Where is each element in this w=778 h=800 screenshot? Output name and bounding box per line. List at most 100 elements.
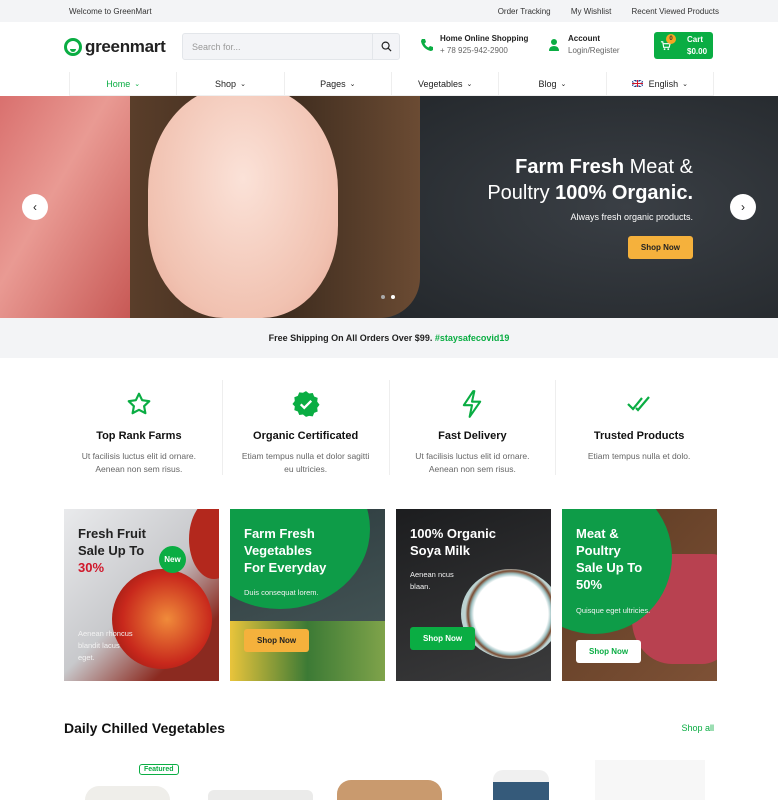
chevron-down-icon: ⌄ [560,80,567,88]
promo-desc-line: Aenean ncus [410,570,454,579]
verified-badge-icon [292,391,320,417]
hero-slider: Farm Fresh Meat & Poultry 100% Organic. … [0,96,778,318]
hero-image-poultry [148,96,338,318]
order-tracking-link[interactable]: Order Tracking [498,7,551,16]
account[interactable]: Account Login/Register [548,34,620,55]
promo-title-line: Vegetables [244,543,312,558]
chevron-down-icon: ⌄ [349,80,356,88]
logo-text: greenmart [85,37,166,56]
nav-language[interactable]: English ⌄ [605,72,714,95]
promo-image [189,509,219,579]
shop-all-link[interactable]: Shop all [681,723,714,733]
cart-count-badge: 0 [666,34,676,44]
promo-title: Fresh Fruit Sale Up To 30% [78,525,146,576]
nav-shop[interactable]: Shop ⌄ [176,72,283,95]
slider-dots [381,295,401,299]
promo-shop-now-button[interactable]: Shop Now [244,629,310,652]
promo-title-line: Farm Fresh [244,526,315,541]
hero-subtitle: Always fresh organic products. [570,212,693,222]
phone-icon [421,38,433,51]
promo-title-line: Poultry [576,543,621,558]
promo-title-line: Sale Up To [78,543,145,558]
promo-card-fruit[interactable]: Fresh Fruit Sale Up To 30% New Aenean rhon… [64,509,219,681]
contact-phone[interactable]: + 78 925-942-2900 [440,46,528,55]
promo-card-vegetables[interactable]: Farm Fresh Vegetables For Everyday Duis co… [230,509,385,681]
account-title: Account [568,34,600,43]
promo-desc: Aenean ncus blaan. [410,569,454,593]
promo-card-soya-milk[interactable]: 100% Organic Soya Milk Aenean ncus blaan. … [396,509,551,681]
nav-label: Shop [215,78,237,89]
double-check-icon [627,396,650,412]
feature-desc: Aenean non sem risus. [428,464,516,474]
promo-title-line: Fresh Fruit [78,526,146,541]
main-nav: Home ⌄ Shop ⌄ Pages ⌄ Vegetables ⌄ Blog ⌄ Eng… [69,72,714,96]
product-image[interactable] [337,780,442,800]
slider-dot-active[interactable] [391,295,395,299]
promo-banners: Fresh Fruit Sale Up To 30% New Aenean rhon… [64,509,717,681]
product-image[interactable] [595,760,705,800]
search-icon [381,41,392,52]
promo-title: Farm Fresh Vegetables For Everyday [244,525,326,576]
chevron-right-icon: › [741,200,745,214]
promo-title-line: 100% Organic [410,526,496,541]
promo-desc: Duis consequat lorem. [244,588,319,597]
promo-title-line: Sale Up To [576,560,643,575]
nav-home[interactable]: Home ⌄ [69,72,176,95]
feature-desc: Etiam tempus nulla et dolor sagitti [241,451,370,461]
slider-prev-button[interactable]: ‹ [22,194,48,220]
shipping-banner: Free Shipping On All Orders Over $99. #s… [0,318,778,358]
feature-title: Organic Certificated [253,430,359,442]
contact-title: Home Online Shopping [440,34,529,43]
section-title: Daily Chilled Vegetables [64,720,226,736]
cart-button[interactable]: 0 Cart $0.00 [654,32,713,59]
logo[interactable]: greenmart [64,37,182,57]
promo-desc: Aenean rhoncus blandit lacus eget. [78,628,133,664]
header: greenmart Search for... Home Online Shop… [0,22,778,72]
hero-title-bold: 100% Organic. [555,182,693,204]
nav-blog[interactable]: Blog ⌄ [498,72,605,95]
promo-card-meat[interactable]: Meat & Poultry Sale Up To 50% Quisque eget … [562,509,717,681]
promo-shop-now-button[interactable]: Shop Now [410,627,476,650]
nav-pages[interactable]: Pages ⌄ [283,72,391,95]
search-input[interactable]: Search for... [183,34,372,59]
feature-title: Fast Delivery [438,430,507,442]
product-image[interactable] [208,790,313,800]
cart-label: Cart [687,34,704,44]
hero-title-line2: Poultry 100% Organic. [487,180,693,206]
feature-desc: eu ultricies. [284,464,328,474]
promo-title-line: Soya Milk [410,543,470,558]
feature-item: Organic Certificated Etiam tempus nulla … [223,380,390,475]
welcome-text: Welcome to GreenMart [69,6,152,16]
nav-vegetables[interactable]: Vegetables ⌄ [390,72,498,95]
daily-section-header: Daily Chilled Vegetables Shop all [64,720,714,736]
chevron-down-icon: ⌄ [466,80,473,88]
hero-shop-now-button[interactable]: Shop Now [627,236,693,259]
search-button[interactable] [372,34,399,59]
nav-label: English [648,78,679,89]
feature-desc: Ut facilisis luctus elit id ornare. [81,451,197,461]
features-row: Top Rank Farms Ut facilisis luctus elit … [56,380,722,475]
hero-content: Farm Fresh Meat & Poultry 100% Organic. … [487,154,693,259]
promo-title-line: For Everyday [244,560,327,575]
hero-title-rest: Poultry [487,182,556,204]
promo-desc: Quisque eget ultricies. [576,606,651,615]
promo-desc-line: eget. [78,653,95,662]
product-image[interactable] [493,770,549,800]
slider-dot[interactable] [381,295,385,299]
uk-flag-icon [631,80,643,87]
search-box: Search for... [182,33,400,60]
product-image[interactable] [85,786,170,800]
feature-item: Top Rank Farms Ut facilisis luctus elit … [56,380,223,475]
nav-label: Blog [538,78,557,89]
recent-viewed-link[interactable]: Recent Viewed Products [632,7,719,16]
feature-item: Trusted Products Etiam tempus nulla et d… [556,380,722,475]
shipping-hashtag[interactable]: #staysafecovid19 [435,333,510,343]
login-register-link[interactable]: Login/Register [568,46,620,55]
slider-next-button[interactable]: › [730,194,756,220]
promo-shop-now-button[interactable]: Shop Now [576,640,642,663]
promo-title-line: Meat & [576,526,619,541]
wishlist-link[interactable]: My Wishlist [571,7,611,16]
nav-label: Home [106,78,131,89]
star-icon [127,392,151,415]
product-row [75,760,715,800]
